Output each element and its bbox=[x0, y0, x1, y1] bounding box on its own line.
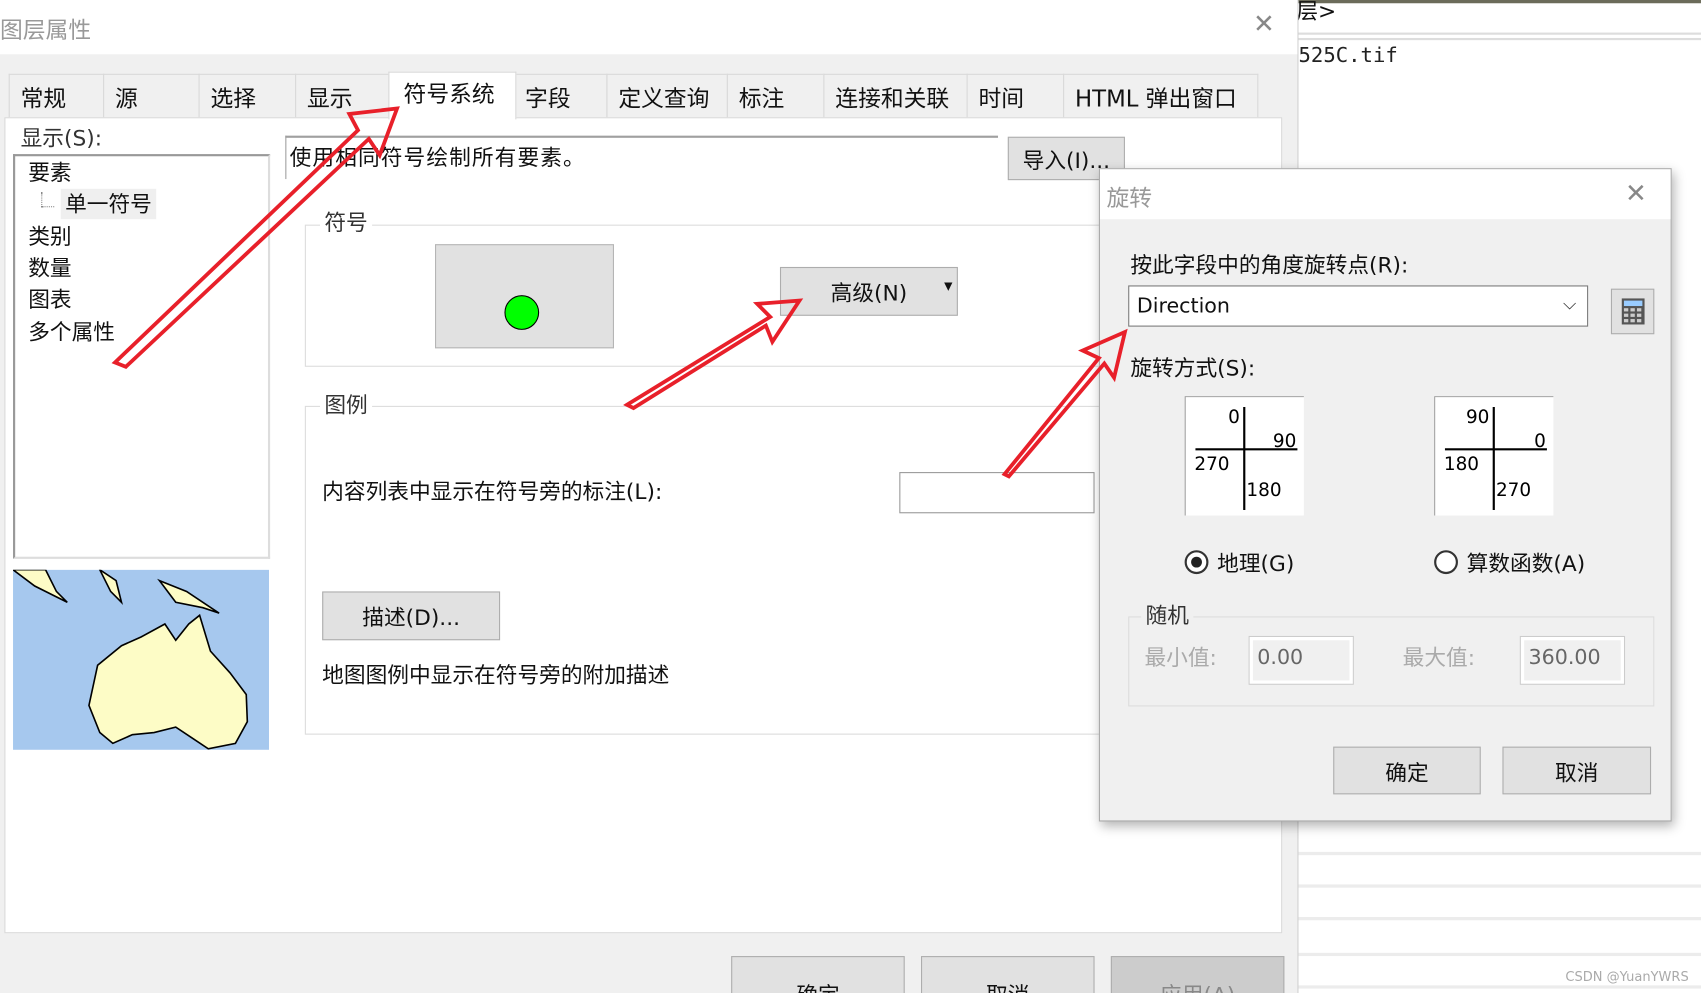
close-icon[interactable]: ✕ bbox=[1253, 9, 1275, 39]
apply-button[interactable]: 应用(A) bbox=[1110, 956, 1285, 993]
tab-labels[interactable]: 标注 bbox=[726, 73, 825, 118]
tab-source[interactable]: 源 bbox=[103, 73, 200, 118]
rotation-cancel-button[interactable]: 取消 bbox=[1502, 746, 1652, 795]
rotation-field-label: 按此字段中的角度旋转点(R): bbox=[1130, 251, 1409, 278]
renderer-description: 使用相同符号绘制所有要素。 bbox=[289, 144, 586, 171]
dialog-title: 图层属性 bbox=[0, 17, 92, 44]
tab-fields[interactable]: 字段 bbox=[515, 73, 608, 118]
cancel-button[interactable]: 取消 bbox=[920, 956, 1095, 993]
random-group-label: 随机 bbox=[1141, 604, 1194, 627]
legend-group-label: 图例 bbox=[320, 394, 373, 416]
min-value-input[interactable]: 0.00 bbox=[1248, 635, 1354, 685]
tab-html-popup[interactable]: HTML 弹出窗口 bbox=[1063, 73, 1259, 118]
title-bar: 图层属性 ✕ bbox=[0, 0, 1298, 55]
rotation-field-select[interactable]: Direction ⌵ bbox=[1128, 285, 1589, 327]
max-label: 最大值: bbox=[1402, 644, 1476, 671]
show-label: 显示(S): bbox=[20, 124, 103, 151]
background-file-name: 525C.tif bbox=[1298, 43, 1398, 68]
symbol-group-label: 符号 bbox=[320, 211, 373, 234]
rotation-title-bar: 旋转 ✕ bbox=[1099, 169, 1671, 220]
rotation-title: 旋转 bbox=[1106, 185, 1153, 212]
tree-item-categories[interactable]: 类别 bbox=[28, 226, 71, 248]
geo-label-bottom: 180 bbox=[1246, 480, 1281, 501]
arith-label-left: 180 bbox=[1444, 454, 1479, 475]
tree-item-multiple-attributes[interactable]: 多个属性 bbox=[28, 321, 115, 343]
geo-label-top: 0 bbox=[1228, 407, 1240, 428]
arith-label-top: 90 bbox=[1466, 407, 1489, 428]
advanced-label: 高级(N) bbox=[830, 279, 908, 307]
dropdown-arrow-icon: ▼ bbox=[944, 281, 953, 294]
tab-selection[interactable]: 选择 bbox=[198, 73, 297, 118]
calculator-icon bbox=[1621, 298, 1645, 325]
geographic-radio-label[interactable]: 地理(G) bbox=[1217, 552, 1294, 574]
tab-time[interactable]: 时间 bbox=[966, 73, 1065, 118]
tree-item-features[interactable]: 要素 bbox=[28, 162, 71, 184]
geo-label-left: 270 bbox=[1194, 454, 1229, 475]
symbol-group bbox=[304, 224, 1130, 367]
rotation-style-label: 旋转方式(S): bbox=[1130, 354, 1256, 381]
background-divider bbox=[1298, 32, 1701, 41]
watermark: CSDN @YuanYWRS bbox=[1565, 969, 1689, 985]
geographic-diagram[interactable]: 0 90 270 180 bbox=[1184, 396, 1304, 516]
tree-connector bbox=[41, 192, 55, 208]
tree-item-quantities[interactable]: 数量 bbox=[28, 257, 71, 279]
green-point-symbol-icon bbox=[504, 295, 540, 330]
renderer-preview-map bbox=[13, 569, 270, 750]
arithmetic-radio-label[interactable]: 算数函数(A) bbox=[1467, 552, 1586, 574]
tab-general[interactable]: 常规 bbox=[8, 73, 105, 118]
max-value-input[interactable]: 360.00 bbox=[1519, 635, 1626, 685]
describe-button[interactable]: 描述(D)... bbox=[322, 591, 501, 641]
tab-symbology[interactable]: 符号系统 bbox=[388, 71, 517, 120]
arithmetic-radio[interactable] bbox=[1434, 550, 1458, 575]
chevron-down-icon: ⌵ bbox=[1563, 293, 1577, 314]
min-label: 最小值: bbox=[1144, 644, 1217, 671]
tab-definition-query[interactable]: 定义查询 bbox=[606, 73, 728, 118]
rotation-ok-button[interactable]: 确定 bbox=[1333, 746, 1481, 795]
tree-item-single-symbol[interactable]: 单一符号 bbox=[60, 188, 157, 220]
renderer-tree[interactable]: 要素 单一符号 类别 数量 图表 多个属性 bbox=[13, 154, 271, 559]
advanced-button[interactable]: 高级(N) ▼ bbox=[779, 266, 958, 316]
geographic-radio[interactable] bbox=[1184, 550, 1209, 575]
tab-joins-relates[interactable]: 连接和关联 bbox=[823, 73, 968, 118]
expression-calculator-button[interactable] bbox=[1610, 288, 1655, 335]
background-breadcrumb: 层> bbox=[1296, 0, 1337, 24]
symbology-panel: 显示(S): 要素 单一符号 类别 数量 图表 多个属性 使用相同符号绘制所有要… bbox=[4, 117, 1283, 934]
arith-label-bottom: 270 bbox=[1496, 480, 1531, 501]
toc-label-input[interactable] bbox=[899, 472, 1095, 514]
geo-label-right: 90 bbox=[1273, 431, 1296, 452]
rotation-dialog: 旋转 ✕ 按此字段中的角度旋转点(R): Direction ⌵ 旋转方式(S)… bbox=[1098, 168, 1672, 822]
ok-button[interactable]: 确定 bbox=[731, 956, 905, 993]
rotation-field-value: Direction bbox=[1136, 294, 1230, 318]
close-icon[interactable]: ✕ bbox=[1625, 178, 1647, 208]
toc-label: 内容列表中显示在符号旁的标注(L): bbox=[322, 478, 663, 505]
symbol-preview-button[interactable] bbox=[435, 244, 614, 349]
tree-item-charts[interactable]: 图表 bbox=[28, 289, 71, 311]
arith-label-right: 0 bbox=[1534, 431, 1546, 452]
arithmetic-diagram[interactable]: 90 0 180 270 bbox=[1434, 396, 1554, 516]
tab-display[interactable]: 显示 bbox=[295, 73, 390, 118]
describe-hint: 地图图例中显示在符号旁的附加描述 bbox=[322, 661, 670, 689]
